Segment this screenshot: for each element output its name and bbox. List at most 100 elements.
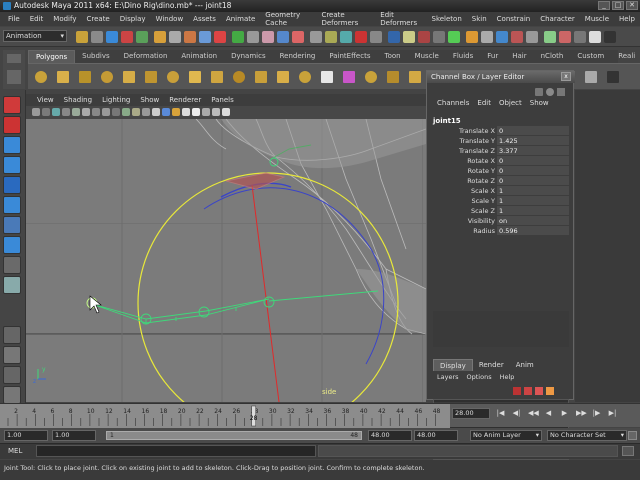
attribute-value-field[interactable]: 1 [497,206,569,216]
persp-graph-icon[interactable] [3,386,21,404]
construction-icon[interactable] [247,31,259,43]
menu-character[interactable]: Character [535,15,580,23]
lasso-tool-icon[interactable] [3,116,21,134]
menu-help[interactable]: Help [614,15,640,23]
status-tool-icon[interactable] [589,31,601,43]
menu-file[interactable]: File [3,15,25,23]
use-lights-icon[interactable] [182,108,190,116]
attribute-value-field[interactable]: 0 [497,166,569,176]
move-tool-icon[interactable] [3,156,21,174]
attribute-name[interactable]: Visibility [433,216,497,226]
shelf-tab-menu-icon[interactable] [7,54,21,63]
textured-icon[interactable] [172,108,180,116]
channel-menu-channels[interactable]: Channels [433,99,473,110]
smooth-shade-icon[interactable] [162,108,170,116]
status-tool-icon[interactable] [481,31,493,43]
shelf-tab-deformation[interactable]: Deformation [117,50,175,63]
bridge-icon[interactable] [386,70,400,84]
attribute-name[interactable]: Translate X [433,126,497,136]
snap-point-icon[interactable] [199,31,211,43]
crease-icon[interactable] [584,70,598,84]
status-tool-icon[interactable] [325,31,337,43]
status-tool-icon[interactable] [403,31,415,43]
save-scene-icon[interactable] [106,31,118,43]
attribute-value-field[interactable]: 3.377 [497,146,569,156]
play-backwards-icon[interactable]: ◀ [544,409,553,418]
soccer-ball-icon[interactable] [254,70,268,84]
shelf-tab-muscle[interactable]: Muscle [408,50,446,63]
viewport-scene[interactable]: y z [26,119,426,402]
channel-attribute-row[interactable]: Rotate Y0 [433,166,569,176]
attribute-name[interactable]: Scale Y [433,196,497,206]
range-slider-handle[interactable]: 1 48 [106,431,362,440]
shelf-tab-fur[interactable]: Fur [480,50,505,63]
step-back-key-icon[interactable]: ◀| [512,409,521,418]
step-forward-frame-icon[interactable]: ▶▶ [576,409,587,418]
step-back-frame-icon[interactable]: ◀◀ [528,409,539,418]
shelf-tab-painteffects[interactable]: PaintEffects [322,50,377,63]
channel-attribute-row[interactable]: Scale Z1 [433,206,569,216]
layer-menu-help[interactable]: Help [496,373,519,383]
status-tool-icon[interactable] [433,31,445,43]
attribute-name[interactable]: Rotate Z [433,176,497,186]
rotate-tool-icon[interactable] [3,176,21,194]
attribute-value-field[interactable]: 1 [497,186,569,196]
attribute-value-field[interactable]: 0 [497,176,569,186]
cone-icon[interactable] [100,70,114,84]
scale-tool-icon[interactable] [3,196,21,214]
helix-icon[interactable] [232,70,246,84]
resolution-gate-icon[interactable] [102,108,110,116]
status-tool-icon[interactable] [340,31,352,43]
persp-outliner-icon[interactable] [3,366,21,384]
cube-icon[interactable] [56,70,70,84]
viewport-menu-renderer[interactable]: Renderer [164,96,206,104]
status-tool-icon[interactable] [544,31,556,43]
menu-skin[interactable]: Skin [467,15,492,23]
time-slider[interactable]: 2468101214161820222426283032343638404244… [0,403,640,428]
go-to-end-icon[interactable]: ▶| [608,409,617,418]
snap-curve-icon[interactable] [184,31,196,43]
lock-camera-icon[interactable] [42,108,50,116]
four-view-icon[interactable] [3,346,21,364]
pyramid-icon[interactable] [188,70,202,84]
snap-grid-icon[interactable] [169,31,181,43]
current-time-field[interactable]: 28.00 [452,408,490,419]
shelf-options-icon[interactable] [7,70,21,84]
status-tool-icon[interactable] [559,31,571,43]
extrude-icon[interactable] [364,70,378,84]
plane-icon[interactable] [122,70,136,84]
separate-icon[interactable] [320,70,334,84]
menu-skeleton[interactable]: Skeleton [427,15,467,23]
platonic-icon[interactable] [276,70,290,84]
snap-plane-icon[interactable] [214,31,226,43]
cylinder-icon[interactable] [78,70,92,84]
channel-attribute-row[interactable]: Scale X1 [433,186,569,196]
smooth-icon[interactable] [342,70,356,84]
xray-icon[interactable] [212,108,220,116]
playback-end-field[interactable]: 48.00 [368,430,412,441]
channel-attribute-row[interactable]: Translate X0 [433,126,569,136]
channel-attribute-row[interactable]: Radius 0.596 [433,226,569,236]
single-view-icon[interactable] [3,326,21,344]
shelf-tab-rendering[interactable]: Rendering [273,50,323,63]
anim-layer-dropdown[interactable]: No Anim Layer ▾ [470,430,542,441]
viewport-menu-shading[interactable]: Shading [59,96,97,104]
play-forwards-icon[interactable]: ▶ [560,409,569,418]
viewport-menu-lighting[interactable]: Lighting [97,96,135,104]
ipr-render-icon[interactable] [277,31,289,43]
select-object-icon[interactable] [136,31,148,43]
attribute-value-field[interactable]: on [497,216,569,226]
paint-select-icon[interactable] [3,136,21,154]
attribute-name[interactable]: Rotate X [433,156,497,166]
minimize-button[interactable]: _ [598,1,610,10]
new-layer-selected-icon[interactable] [524,387,532,395]
attribute-name[interactable]: Scale X [433,186,497,196]
status-tool-icon[interactable] [526,31,538,43]
combine-icon[interactable] [298,70,312,84]
time-slider-ticks[interactable]: 2468101214161820222426283032343638404244… [0,404,450,428]
status-tool-icon[interactable] [388,31,400,43]
shelf-tab-toon[interactable]: Toon [377,50,407,63]
channel-attribute-row[interactable]: Visibility on [433,216,569,226]
attribute-value-field[interactable]: 1.425 [497,136,569,146]
menu-set-dropdown[interactable]: Animation ▾ [3,30,67,42]
